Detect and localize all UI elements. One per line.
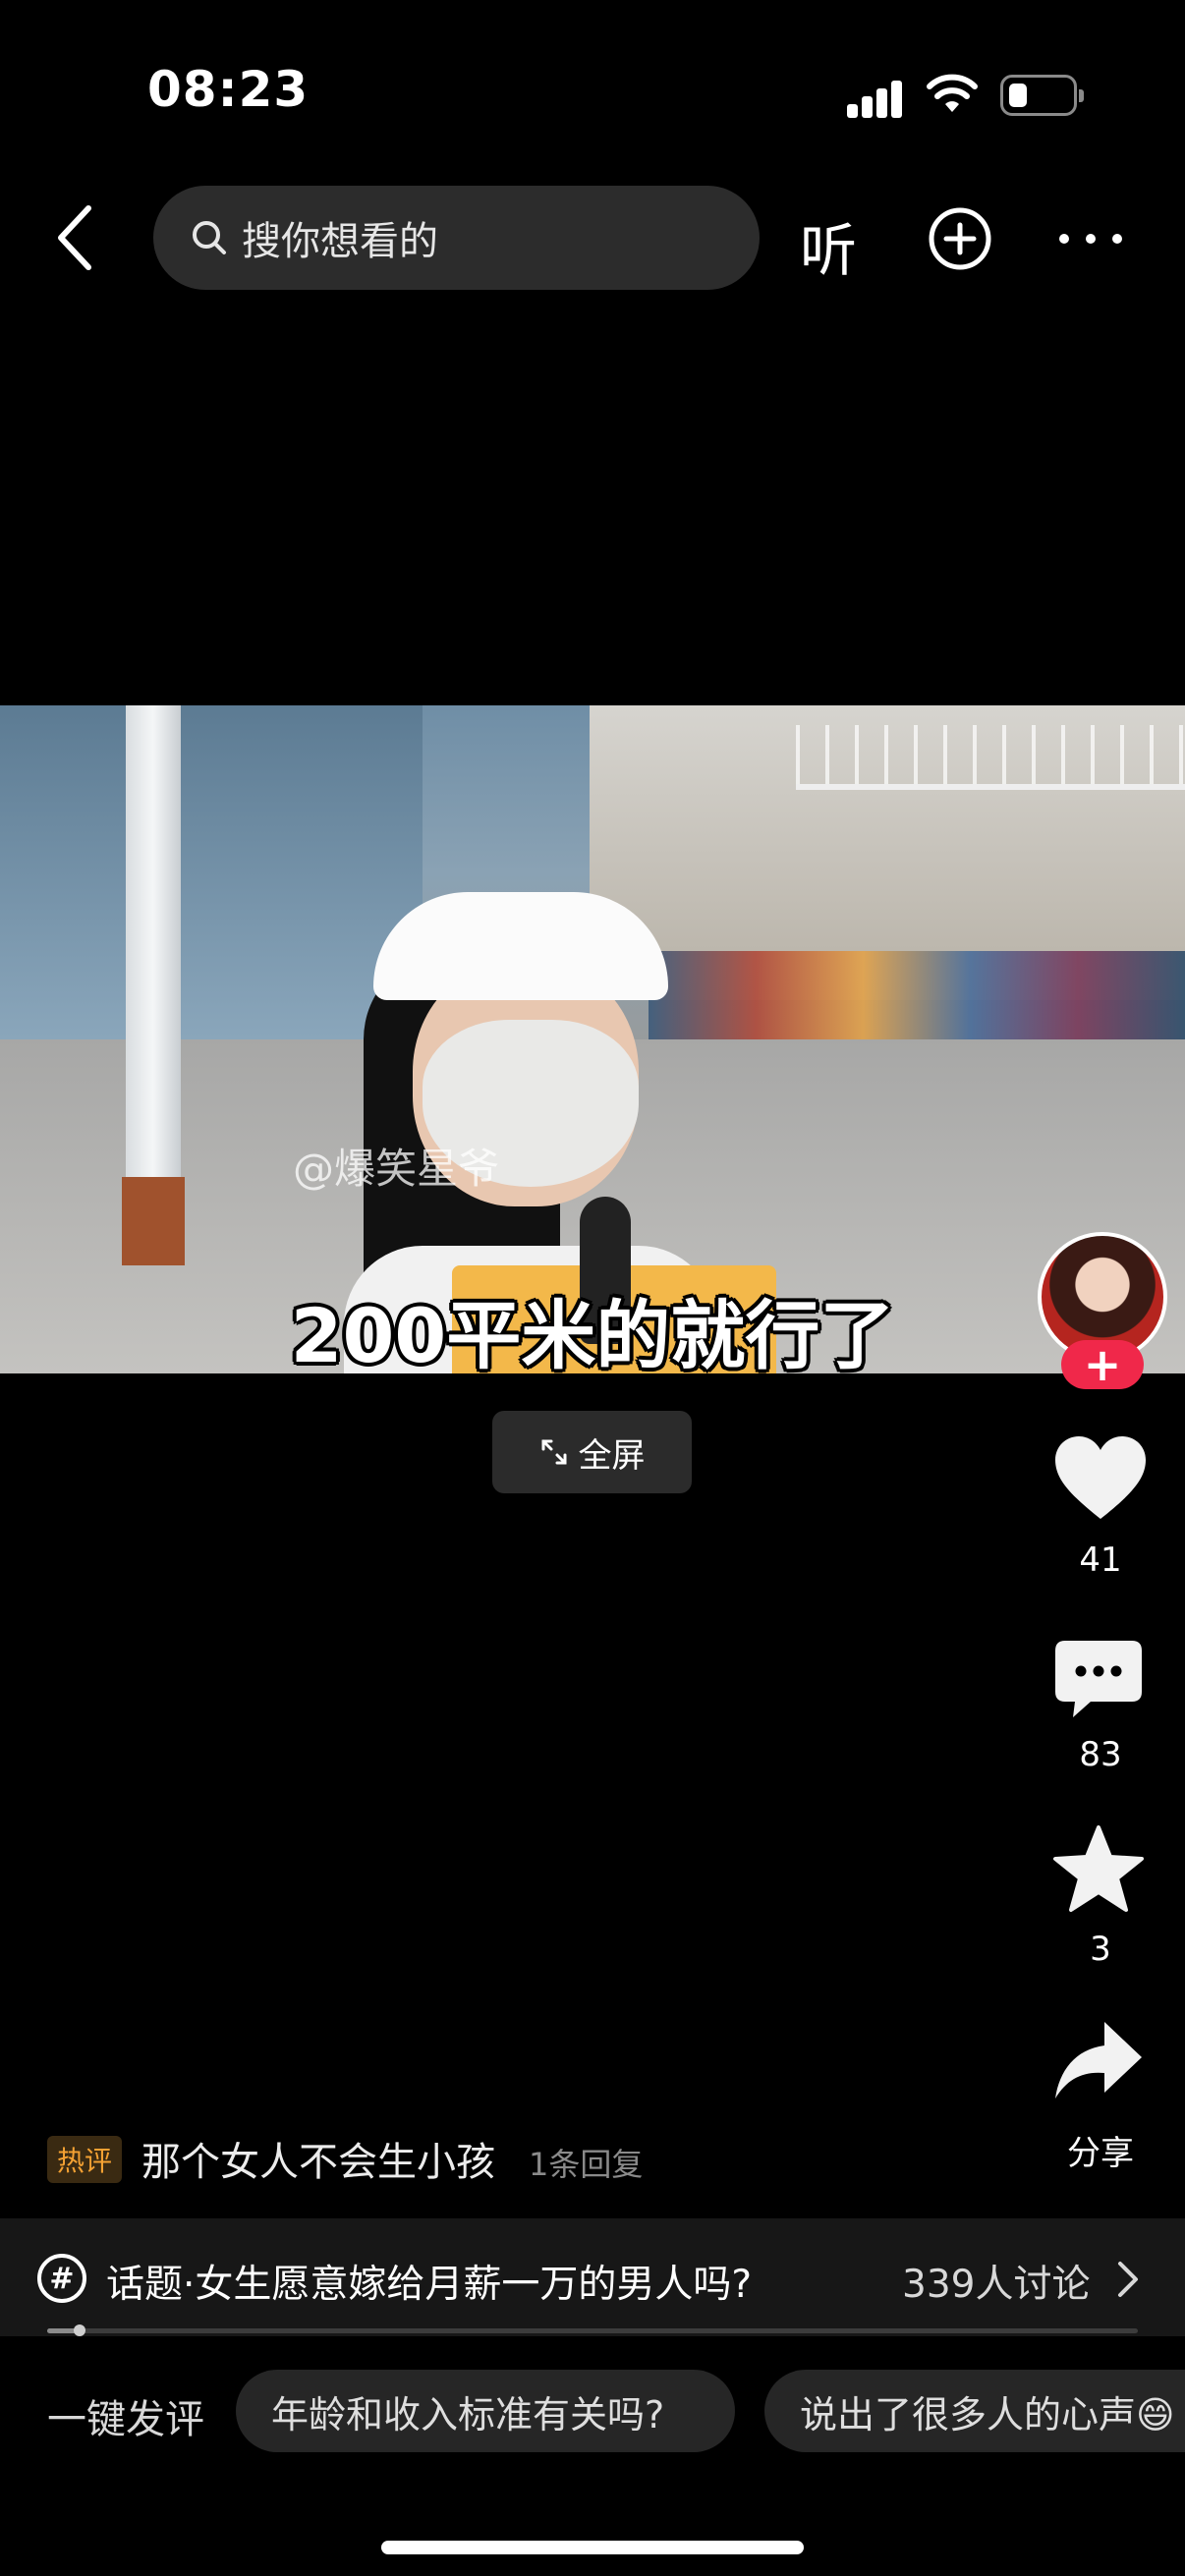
chevron-right-icon[interactable] [1116, 2260, 1140, 2299]
topic-text[interactable]: 话题·女生愿意嫁给月薪一万的男人吗? [106, 2254, 752, 2309]
back-icon[interactable] [55, 204, 94, 271]
hot-comment-text[interactable]: 那个女人不会生小孩 [141, 2130, 495, 2187]
video-scene-pole [126, 705, 181, 1256]
share-label[interactable]: 分享 [1022, 2126, 1179, 2174]
video-scene-pole-base [122, 1177, 185, 1265]
video-player[interactable]: @爆笑星爷 200平米的就行了 [0, 705, 1185, 1373]
add-circle-icon[interactable] [928, 206, 992, 271]
follow-button[interactable]: + [1061, 1340, 1144, 1389]
listen-button[interactable]: 听 [800, 204, 857, 287]
star-icon[interactable] [1051, 1823, 1146, 1914]
heart-icon[interactable] [1051, 1434, 1150, 1523]
search-placeholder: 搜你想看的 [242, 219, 438, 264]
video-subtitle: 200平米的就行了 [290, 1292, 895, 1373]
status-time: 08:23 [147, 61, 310, 118]
fullscreen-label: 全屏 [578, 1435, 646, 1476]
quick-comment-chip[interactable]: 说出了很多人的心声😄 [764, 2370, 1185, 2452]
comment-count: 83 [1079, 1735, 1122, 1774]
quick-comment-label: 一键发评 [47, 2397, 204, 2442]
like-count: 41 [1079, 1540, 1122, 1580]
cellular-signal-icon [847, 79, 904, 118]
expand-icon [541, 1439, 566, 1465]
share-icon[interactable] [1051, 2018, 1146, 2102]
hot-comment-replies[interactable]: 1条回复 [529, 2140, 643, 2185]
hot-comment-tag: 热评 [47, 2136, 123, 2183]
comment-icon[interactable] [1051, 1637, 1146, 1721]
progress-handle[interactable] [74, 2324, 85, 2336]
search-icon [193, 221, 226, 254]
search-input[interactable]: 搜你想看的 [153, 186, 760, 290]
wifi-icon [927, 74, 978, 112]
progress-track[interactable] [47, 2328, 1138, 2333]
battery-icon [1000, 75, 1084, 116]
hashtag-icon: # [37, 2254, 86, 2303]
video-watermark: @爆笑星爷 [293, 1145, 500, 1193]
more-icon[interactable] [1059, 234, 1122, 244]
topic-discussion-count[interactable]: 339人讨论 [902, 2254, 1090, 2309]
favorite-count: 3 [1090, 1930, 1111, 1969]
quick-comment-chip[interactable]: 年龄和收入标准有关吗? [236, 2370, 735, 2452]
fullscreen-button[interactable]: 全屏 [492, 1411, 692, 1493]
home-indicator[interactable] [381, 2541, 804, 2554]
